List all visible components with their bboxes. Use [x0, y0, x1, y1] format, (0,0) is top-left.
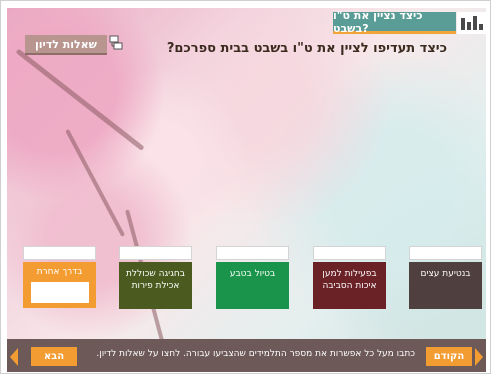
next-button[interactable]: הבא: [31, 347, 77, 366]
option-label: בחגיגה שכוללת אכילת פירות: [126, 269, 185, 291]
vote-count-input[interactable]: [23, 246, 96, 260]
topic-title-tab: כיצד נציין את ט"ו בשבט?: [333, 8, 456, 35]
topic-title: כיצד נציין את ט"ו בשבט?: [333, 8, 423, 35]
vote-count-input[interactable]: [119, 246, 192, 260]
vote-count-input[interactable]: [409, 246, 482, 260]
option-label: בדרך אחרת: [36, 267, 83, 277]
question-title: כיצד תעדיפו לציין את ט"ו בשבט בבית ספרכם…: [166, 41, 447, 56]
next-button-label: הבא: [43, 351, 65, 362]
discussion-questions-button[interactable]: שאלות לדיון: [25, 35, 107, 55]
instructions-text: כתבו מעל כל אפשרות את מספר התלמידים שהצב…: [96, 349, 415, 359]
option-card-environment-activity: בפעילות למען איכות הסביבה: [313, 246, 386, 309]
other-way-text-input[interactable]: [30, 282, 89, 303]
previous-button[interactable]: הקודם: [426, 347, 472, 366]
arrow-left-icon[interactable]: [10, 348, 18, 366]
option-label-box: בפעילות למען איכות הסביבה: [313, 262, 386, 309]
arrow-right-icon[interactable]: [475, 348, 483, 366]
vote-count-input[interactable]: [216, 246, 289, 260]
discussion-popup-icon[interactable]: [109, 35, 123, 51]
option-label: בפעילות למען איכות הסביבה: [322, 269, 377, 291]
option-card-planting-trees: בנטיעת עצים: [409, 246, 482, 309]
option-label-box: בטיול בטבע: [216, 262, 289, 309]
option-label-box: בחגיגה שכוללת אכילת פירות: [119, 262, 192, 309]
previous-button-label: הקודם: [433, 351, 465, 362]
option-card-nature-trip: בטיול בטבע: [216, 246, 289, 309]
logo-icon: [457, 12, 487, 34]
app-frame: כיצד נציין את ט"ו בשבט? כיצד תעדיפו לציי…: [0, 0, 491, 374]
discussion-questions-label: שאלות לדיון: [34, 37, 98, 51]
option-label: בטיול בטבע: [229, 269, 276, 279]
option-label-box: בנטיעת עצים: [409, 262, 482, 309]
option-label: בנטיעת עצים: [420, 269, 471, 279]
option-card-fruit-celebration: בחגיגה שכוללת אכילת פירות: [119, 246, 192, 309]
bottom-navigation-bar: הבא כתבו מעל כל אפשרות את מספר התלמידים …: [7, 339, 486, 372]
vote-count-input[interactable]: [313, 246, 386, 260]
option-card-other-way: בדרך אחרת: [23, 246, 96, 308]
option-label-box: בדרך אחרת: [23, 262, 96, 308]
